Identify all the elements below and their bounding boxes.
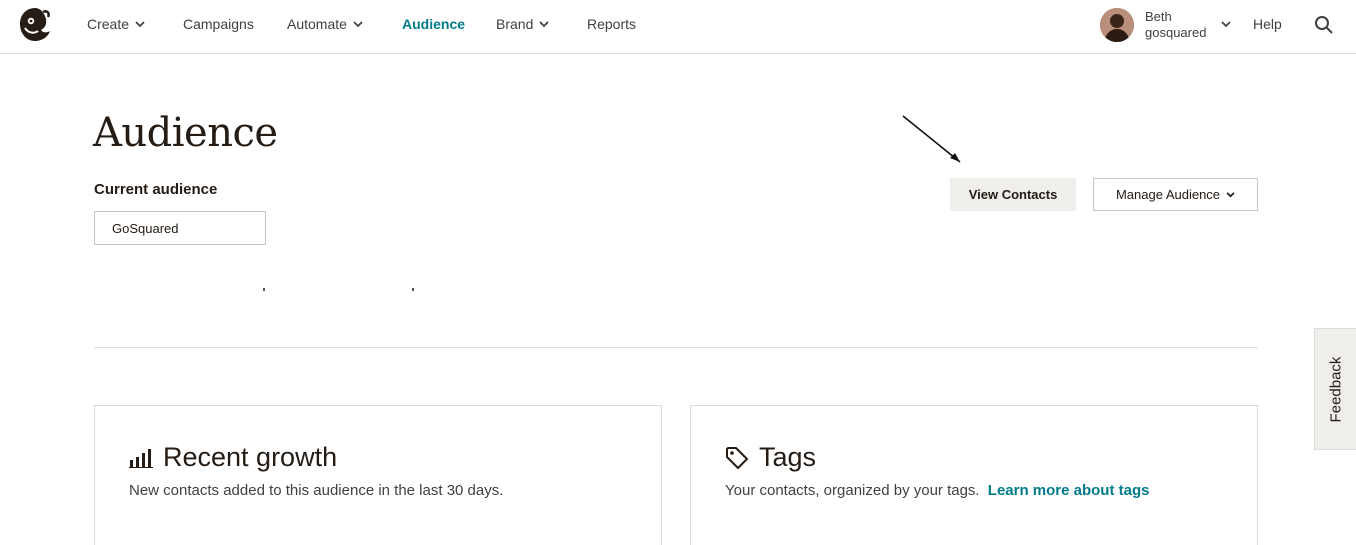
nav-campaigns[interactable]: Campaigns — [183, 16, 254, 32]
feedback-label: Feedback — [1327, 356, 1344, 422]
chevron-down-icon — [353, 20, 363, 27]
artifact-mark — [412, 288, 414, 291]
artifact-mark — [263, 288, 265, 291]
tags-card: Tags Your contacts, organized by your ta… — [690, 405, 1258, 545]
section-divider — [94, 347, 1258, 348]
annotation-arrow-icon — [902, 115, 961, 163]
tags-header: Tags — [725, 442, 816, 473]
current-audience-select[interactable]: GoSquared — [94, 211, 266, 245]
user-name[interactable]: Beth gosquared — [1145, 9, 1206, 41]
top-navigation: Create Campaigns Automate Audience Brand… — [0, 0, 1356, 54]
nav-automate-label: Automate — [287, 16, 347, 32]
nav-brand-label: Brand — [496, 16, 534, 32]
avatar-image — [1100, 8, 1134, 42]
recent-growth-description: New contacts added to this audience in t… — [129, 482, 504, 499]
nav-brand[interactable]: Brand — [496, 16, 549, 32]
recent-growth-card: Recent growth New contacts added to this… — [94, 405, 662, 545]
manage-audience-button[interactable]: Manage Audience — [1093, 178, 1258, 211]
nav-reports-label: Reports — [587, 16, 637, 32]
chevron-down-icon — [135, 20, 145, 27]
search-icon[interactable] — [1314, 15, 1334, 35]
page-title: Audience — [93, 110, 278, 156]
feedback-tab[interactable]: Feedback — [1314, 328, 1356, 450]
recent-growth-header: Recent growth — [129, 442, 337, 473]
tag-icon — [726, 446, 748, 469]
mailchimp-logo-icon[interactable] — [17, 6, 53, 44]
tags-description: Your contacts, organized by your tags. — [725, 482, 980, 499]
manage-audience-label: Manage Audience — [1115, 187, 1221, 202]
recent-growth-title: Recent growth — [163, 442, 338, 472]
nav-audience-label: Audience — [402, 16, 466, 32]
chevron-down-icon — [1226, 191, 1235, 197]
help-link[interactable]: Help — [1253, 16, 1282, 32]
bar-chart-icon — [129, 448, 153, 468]
tags-title: Tags — [759, 442, 817, 472]
avatar[interactable] — [1100, 8, 1134, 42]
view-contacts-button[interactable]: View Contacts — [950, 178, 1076, 211]
user-account-name: gosquared — [1145, 25, 1207, 40]
chevron-down-icon — [539, 20, 549, 27]
chevron-down-icon[interactable] — [1221, 21, 1231, 28]
current-audience-value: GoSquared — [112, 221, 179, 236]
nav-audience[interactable]: Audience — [402, 16, 465, 32]
nav-create[interactable]: Create — [87, 16, 145, 32]
nav-campaigns-label: Campaigns — [183, 16, 254, 32]
nav-automate[interactable]: Automate — [287, 16, 363, 32]
user-first-name: Beth — [1145, 9, 1172, 24]
nav-create-label: Create — [87, 16, 130, 32]
learn-more-tags-link[interactable]: Learn more about tags — [988, 482, 1150, 499]
current-audience-label: Current audience — [94, 181, 218, 198]
tags-description-row: Your contacts, organized by your tags. L… — [725, 482, 1149, 499]
nav-reports[interactable]: Reports — [587, 16, 636, 32]
